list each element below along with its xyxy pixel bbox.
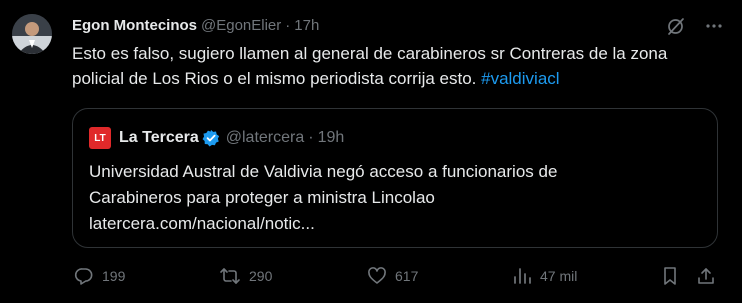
like-count: 617 xyxy=(395,268,419,284)
tweet-body: Esto es falso, sugiero llamen al general… xyxy=(72,44,668,88)
views-button[interactable]: 47 mil xyxy=(512,266,577,286)
author-handle[interactable]: @EgonElier xyxy=(201,17,281,34)
quoted-text-line-1: Universidad Austral de Valdivia negó acc… xyxy=(89,162,558,181)
tweet-actions: 199 290 617 47 mil xyxy=(72,266,722,288)
author-name[interactable]: Egon Montecinos xyxy=(72,17,197,34)
tweet-top-actions xyxy=(666,16,724,36)
views-icon xyxy=(514,268,531,284)
quoted-timestamp[interactable]: 19h xyxy=(318,129,345,147)
tweet-timestamp[interactable]: 17h xyxy=(294,17,319,34)
quoted-tweet-header: LT La Tercera @latercera · 19h xyxy=(89,127,344,149)
views-count: 47 mil xyxy=(540,268,578,284)
quoted-text-line-2: Carabineros para proteger a ministra Lin… xyxy=(89,188,435,207)
separator-dot: · xyxy=(285,16,291,34)
bookmark-icon xyxy=(664,267,676,285)
quoted-tweet[interactable]: LT La Tercera @latercera · 19h Universid… xyxy=(72,108,718,248)
bookmark-button[interactable] xyxy=(660,266,688,286)
share-button[interactable] xyxy=(696,266,724,286)
repost-count: 290 xyxy=(249,268,273,284)
quoted-link[interactable]: latercera.com/nacional/notic... xyxy=(89,211,699,237)
avatar[interactable] xyxy=(12,14,52,54)
quoted-separator-dot: · xyxy=(308,129,314,146)
reply-icon xyxy=(74,268,93,285)
quoted-author-name[interactable]: La Tercera xyxy=(119,129,199,147)
repost-icon xyxy=(220,268,240,284)
like-icon xyxy=(368,267,386,284)
repost-button[interactable]: 290 xyxy=(219,266,272,286)
la-tercera-logo: LT xyxy=(89,127,111,149)
verified-badge-icon xyxy=(202,129,220,147)
tweet-text: Esto es falso, sugiero llamen al general… xyxy=(72,41,712,91)
reply-button[interactable]: 199 xyxy=(74,266,125,286)
more-icon[interactable] xyxy=(704,16,724,36)
quoted-tweet-text: Universidad Austral de Valdivia negó acc… xyxy=(89,159,699,237)
like-button[interactable]: 617 xyxy=(367,266,418,286)
hashtag-link[interactable]: #valdiviacl xyxy=(481,69,559,88)
grok-icon[interactable] xyxy=(666,16,686,36)
tweet-header: Egon Montecinos @EgonElier · 17h xyxy=(72,14,319,36)
reply-count: 199 xyxy=(102,268,126,284)
share-icon xyxy=(698,268,714,284)
tweet[interactable]: Egon Montecinos @EgonElier · 17h Esto es… xyxy=(0,0,742,303)
quoted-author-handle[interactable]: @latercera xyxy=(226,129,305,147)
